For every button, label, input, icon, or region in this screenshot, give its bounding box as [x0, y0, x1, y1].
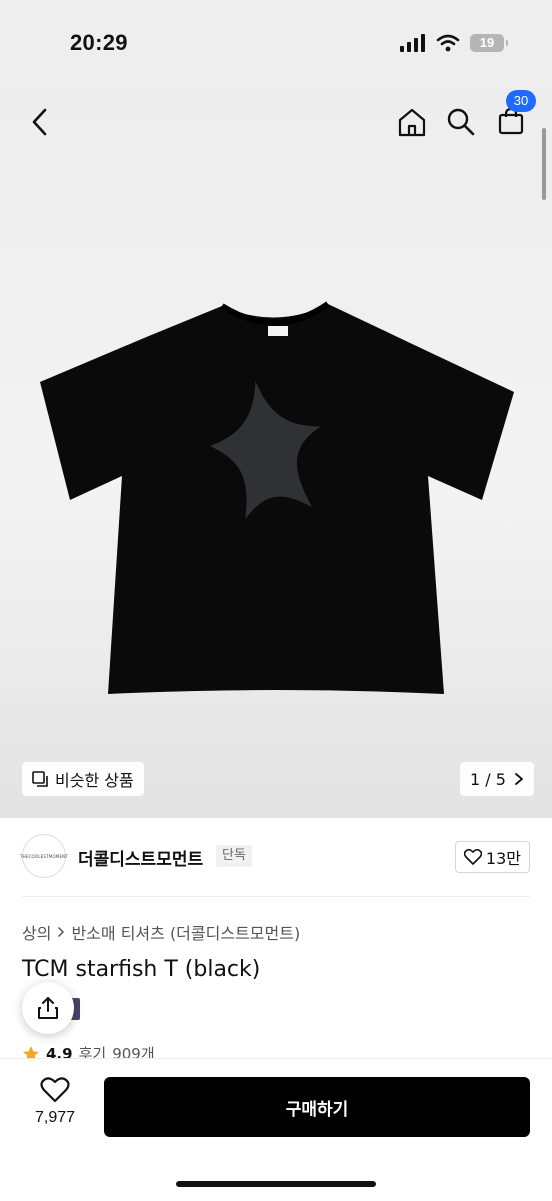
breadcrumb: 상의 반소매 티셔츠 (더콜디스트모먼트): [22, 920, 300, 944]
home-button[interactable]: [396, 106, 428, 138]
similar-items-icon: [32, 770, 48, 787]
heart-icon: [463, 849, 482, 865]
brand-logo[interactable]: THECOOLESTMOMENT: [19, 834, 69, 878]
back-button[interactable]: [24, 104, 56, 140]
chevron-right-icon: [58, 926, 65, 938]
divider: [22, 896, 530, 897]
cart-count-badge: 30: [506, 90, 536, 112]
cart-button[interactable]: 30: [496, 90, 536, 136]
share-icon: [38, 997, 58, 1019]
bottom-purchase-bar: 7,977 구매하기: [0, 1058, 552, 1201]
cellular-signal-icon: [400, 34, 425, 52]
product-image: [40, 301, 514, 694]
scroll-indicator: [542, 128, 546, 200]
image-page-indicator: 1 / 5: [470, 769, 506, 789]
chevron-left-icon: [32, 108, 47, 136]
breadcrumb-category[interactable]: 상의: [22, 920, 51, 944]
brand-like-button[interactable]: 13만: [454, 841, 530, 873]
wishlist-button[interactable]: 7,977: [22, 1077, 88, 1127]
similar-products-label: 비슷한 상품: [55, 771, 134, 790]
image-pager[interactable]: 1 / 5: [460, 762, 534, 796]
home-indicator: [176, 1181, 376, 1187]
share-button[interactable]: [22, 982, 74, 1034]
brand-logo-text: THECOOLESTMOMENT: [19, 853, 69, 859]
search-icon: [447, 108, 475, 136]
wishlist-count: 7,977: [34, 1109, 76, 1126]
breadcrumb-subcategory[interactable]: 반소매 티셔츠 (더콜디스트모먼트): [71, 920, 300, 944]
battery-icon: 19: [470, 34, 508, 52]
chevron-right-icon: [515, 773, 523, 785]
brand-row: THECOOLESTMOMENT 더콜디스트모먼트 단독 13만: [19, 834, 530, 882]
home-icon: [398, 108, 426, 137]
exclusive-badge: 단독: [216, 845, 252, 867]
product-title: TCM starfish T (black): [22, 957, 261, 982]
neck-label: [268, 326, 288, 336]
brand-name[interactable]: 더콜디스트모먼트: [78, 845, 203, 870]
search-button[interactable]: [445, 106, 477, 138]
buy-button[interactable]: 구매하기: [104, 1077, 530, 1137]
status-time: 20:29: [70, 30, 128, 55]
heart-icon: [40, 1077, 70, 1103]
brand-like-count: 13만: [485, 849, 521, 868]
status-bar: 20:29 19: [0, 0, 552, 90]
similar-products-button[interactable]: 비슷한 상품: [22, 762, 144, 796]
wifi-icon: [436, 34, 460, 52]
status-icons: 19: [400, 34, 508, 52]
